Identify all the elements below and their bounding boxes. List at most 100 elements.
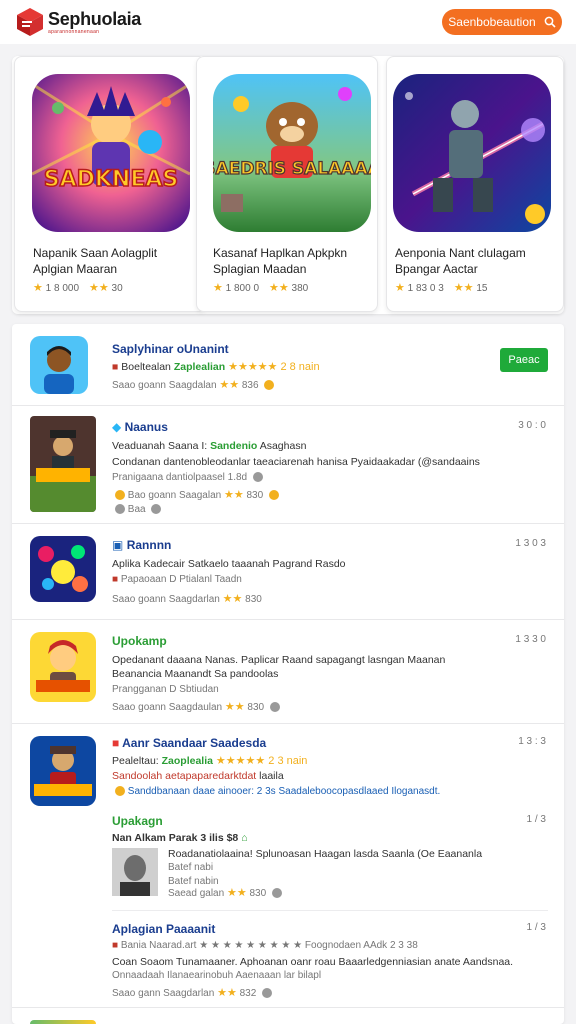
flag-icon: ■ <box>112 940 119 951</box>
coin-icon <box>115 490 125 501</box>
sub-entry-description: Roadanatiolaaina! Splunoasan Haagan lasd… <box>168 848 483 860</box>
coin-icon <box>115 786 125 797</box>
coin-icon <box>264 380 275 391</box>
home-icon: ⌂ <box>241 832 248 844</box>
sub-entry-description: Coan Soaom Tunamaaner. Aphoanan oanr roa… <box>112 956 514 968</box>
featured-game-art: SADKNEAS <box>32 74 190 232</box>
star-icon: ★★ <box>217 987 237 999</box>
logo-title: Sephuolaia <box>48 8 142 29</box>
list-item-line: Beanancia Maanandt Sa pandoolas <box>112 668 279 680</box>
featured-downloads: 1 83 0 3 <box>407 283 444 294</box>
list-item-meta: Saao goann Saagdaulan ★★ 830 <box>112 700 280 713</box>
gear-icon <box>262 988 273 999</box>
get-button[interactable]: Paeac <box>500 348 548 372</box>
list-item[interactable] <box>12 1016 564 1024</box>
list-item-date: 1 3 3 0 <box>515 634 546 645</box>
star-icon: ★★ <box>224 701 245 713</box>
cube-logo-icon <box>17 8 43 36</box>
star-icon: ★ <box>213 282 223 294</box>
app-list: Saplyhinar oUnanint ■ Boeltealan Zapleal… <box>12 324 564 1024</box>
sub-entry-date: 1 / 3 <box>526 922 546 933</box>
star-icon: ★★ <box>269 282 289 294</box>
star-icon: ★★ <box>226 887 247 899</box>
sub-entry-title: Upakagn <box>112 814 163 828</box>
list-item-meta: Sanddbanaan daae ainooer: 2 3s Saadalebo… <box>112 786 440 797</box>
app-icon <box>30 1020 96 1024</box>
list-item-title: ◆ Naanus <box>112 420 168 434</box>
divider <box>112 910 548 911</box>
featured-card[interactable]: SAEDRIS SALAAAA Kasanaf Haplkan Apkpkn S… <box>196 56 378 312</box>
list-item[interactable]: ■ Aanr Saandaar Saadesda 1 3 : 3 Pealelt… <box>12 724 564 1008</box>
featured-rating: 15 <box>476 283 488 294</box>
star-icon: ★★ <box>223 489 244 501</box>
list-item-line: Veaduanah Saana I: Sandenio Asaghasn <box>112 440 307 452</box>
flag-icon: ■ <box>112 361 119 373</box>
featured-game-art <box>393 74 551 232</box>
list-item[interactable]: Saplyhinar oUnanint ■ Boeltealan Zapleal… <box>12 324 564 406</box>
flag-icon: ■ <box>112 736 120 750</box>
featured-app-name: Napanik Saan Aolagplit Aplgian Maaran <box>33 246 158 276</box>
list-item[interactable]: Upokamp 1 3 3 0 Opedanant daaana Nanas. … <box>12 620 564 724</box>
list-item-meta: Prangganan D Sbtiudan <box>112 684 219 695</box>
list-item-line: Opedanant daaana Nanas. Paplicar Raand s… <box>112 654 446 666</box>
list-item-line: Aplika Kadecair Satkaelo taaanah Pagrand… <box>112 558 346 570</box>
featured-card[interactable]: Aenponia Nant clulagam Bpangar Aactar ★ … <box>386 56 564 312</box>
list-item-date: 1 3 : 3 <box>518 736 546 747</box>
sub-entry-line: ■ Bania Naarad.art ★ ★ ★ ★ ★ ★ ★ ★ ★ Foo… <box>112 940 418 951</box>
sub-entry-line: Nan Alkam Parak 3 ilis $8 ⌂ <box>112 832 248 844</box>
featured-app-meta: ★ 1 8 000 ★★ 30 <box>33 281 123 294</box>
star-icon: ★★ <box>453 282 474 294</box>
list-item-meta: Baa <box>112 504 162 515</box>
list-item-meta: Saao goann Saagdarlan ★★ 830 <box>112 593 262 605</box>
list-item-meta: ■ Papaoaan D Ptialanl Taadn <box>112 574 242 585</box>
list-item-line: Pealeltau: Zaoplealia ★★★★★ 2 3 nain <box>112 755 308 767</box>
app-icon <box>30 336 88 394</box>
app-icon <box>30 536 96 602</box>
featured-app-name: Aenponia Nant clulagam Bpangar Aactar <box>395 246 526 276</box>
list-item-date: 1 3 0 3 <box>515 538 546 549</box>
list-item[interactable]: ▣ Rannnn 1 3 0 3 Aplika Kadecair Satkael… <box>12 524 564 620</box>
featured-downloads: 1 8 000 <box>45 283 80 294</box>
list-item-description: Condanan dantenobleodanlar taeaciarenah … <box>112 456 480 468</box>
gear-icon <box>271 888 282 899</box>
list-item-meta: Pranigaana dantiolpaasel 1.8d <box>112 472 263 483</box>
featured-app-meta: ★ 1 800 0 ★★ 380 <box>213 281 308 294</box>
logo[interactable]: Sephuolaia aparannonnanenaan <box>16 7 141 37</box>
star-icon: ★★ <box>89 282 109 294</box>
featured-card[interactable]: SADKNEAS Napanik Saan Aolagplit Aplgian … <box>14 56 206 312</box>
sub-entry-date: 1 / 3 <box>526 814 546 825</box>
list-item-title: ▣ Rannnn <box>112 538 172 552</box>
list-item-meta: Bao goann Saagalan ★★ 830 <box>112 488 279 501</box>
gear-icon <box>252 472 263 483</box>
sub-entry-meta: Onnaadaah Ilanaearinobuh Aaenaaan lar bi… <box>112 970 322 981</box>
star-icon: ★★ <box>219 379 240 391</box>
star-icon: ★★ <box>222 593 243 605</box>
sub-entry-meta: Saead galan ★★ 830 <box>168 886 282 899</box>
grid-icon: ▣ <box>112 538 124 552</box>
list-item-line: Sandoolah aetapaparedarktdat laaila <box>112 770 284 782</box>
gear-icon <box>115 504 125 515</box>
app-icon <box>30 632 96 702</box>
shield-icon: ◆ <box>112 420 122 434</box>
featured-art-title: SAEDRIS SALAAAA <box>213 159 371 179</box>
featured-art-title: SADKNEAS <box>44 167 179 192</box>
list-item-line: ■ Boeltealan Zaplealian ★★★★★ 2 8 nain <box>112 361 320 373</box>
featured-app-name: Kasanaf Haplkan Apkpkn Splagian Maadan <box>213 246 348 276</box>
list-item-date: 3 0 : 0 <box>518 420 546 431</box>
gear-icon <box>269 702 280 713</box>
list-item-title: ■ Aanr Saandaar Saadesda <box>112 736 267 750</box>
coin-icon <box>268 490 279 501</box>
flag-icon: ■ <box>112 574 119 585</box>
featured-rating: 30 <box>111 283 123 294</box>
featured-downloads: 1 800 0 <box>225 283 260 294</box>
search-button-label: Saenbobeaution <box>448 15 536 29</box>
featured-carousel: SADKNEAS Napanik Saan Aolagplit Aplgian … <box>12 56 564 314</box>
list-item-title: Upokamp <box>112 634 167 648</box>
search-button[interactable]: Saenbobeaution <box>442 9 562 35</box>
featured-rating: 380 <box>291 283 309 294</box>
list-item-meta: Saao goann Saagdalan ★★ 836 <box>112 378 275 391</box>
list-item[interactable]: ◆ Naanus 3 0 : 0 Veaduanah Saana I: Sand… <box>12 406 564 524</box>
sub-entry-title: Aplagian Paaaanit <box>112 922 216 936</box>
app-header: Sephuolaia aparannonnanenaan Saenbobeaut… <box>0 0 576 44</box>
app-icon <box>30 736 96 806</box>
